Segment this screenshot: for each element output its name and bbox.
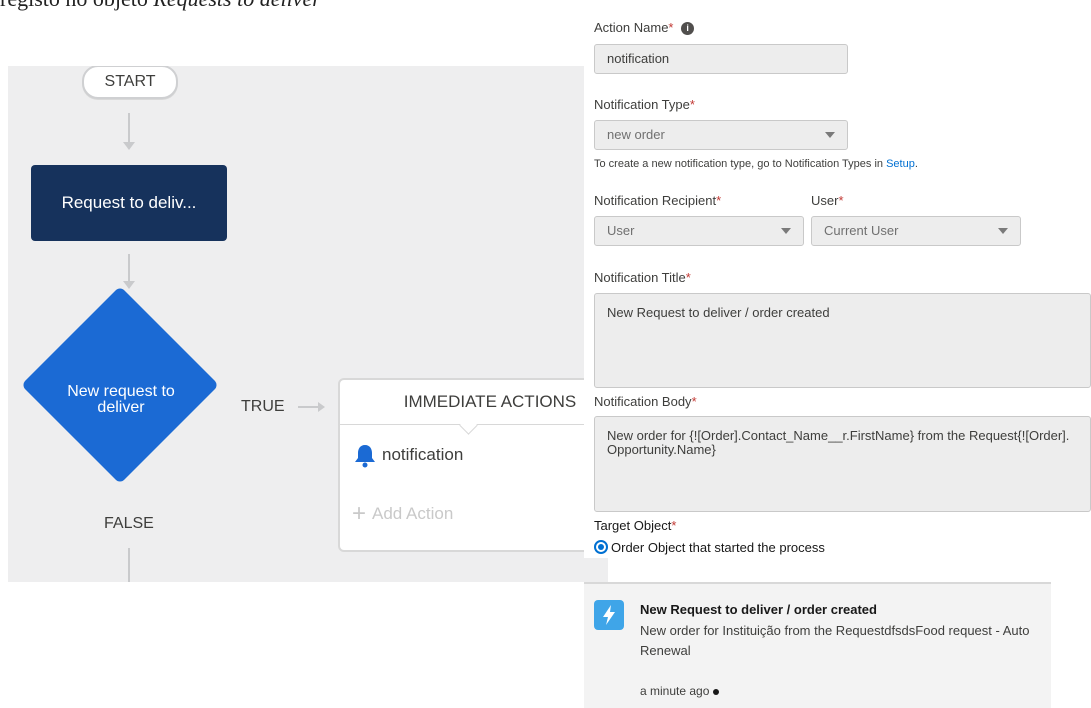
- connector-arrow: [123, 142, 135, 150]
- required-marker: *: [668, 20, 674, 35]
- immediate-actions-title-text: IMMEDIATE ACTIONS: [403, 392, 577, 411]
- chevron-down-icon: [825, 132, 835, 138]
- action-item-notification[interactable]: notification: [352, 440, 463, 470]
- notification-card-time: a minute ago: [640, 684, 720, 698]
- required-marker: *: [671, 518, 677, 533]
- required-marker: *: [716, 193, 722, 208]
- title-label-text: Notification Title: [594, 270, 686, 285]
- connector-arrow: [123, 281, 135, 289]
- setup-link[interactable]: Setup: [886, 158, 915, 170]
- target-object-label-text: Target Object: [594, 518, 672, 533]
- plus-icon: +: [352, 500, 367, 527]
- required-marker: *: [689, 97, 695, 112]
- body-label-text: Notification Body: [594, 394, 692, 409]
- notification-body-label: Notification Body*: [594, 394, 697, 409]
- user-select[interactable]: Current User: [811, 216, 1021, 246]
- required-marker: *: [685, 270, 691, 285]
- chevron-down-icon: [781, 228, 791, 234]
- add-action-button[interactable]: + Add Action: [352, 500, 454, 527]
- notification-body-textarea[interactable]: New order for {![Order].Contact_Name__r.…: [594, 416, 1091, 512]
- hint-suffix: .: [914, 158, 918, 170]
- hint-text: To create a new notification type, go to…: [594, 158, 887, 170]
- start-node[interactable]: START: [82, 66, 178, 99]
- immediate-actions-title: IMMEDIATE ACTIONS: [340, 380, 608, 435]
- notification-recipient-label: Notification Recipient*: [594, 193, 721, 208]
- user-value: Current User: [824, 223, 899, 238]
- action-form-panel: Action Name* i notification Notification…: [584, 6, 1091, 558]
- required-marker: *: [838, 193, 844, 208]
- target-object-label: Target Object*: [594, 518, 676, 533]
- notification-type-label-text: Notification Type: [594, 97, 690, 112]
- notification-type-hint: To create a new notification type, go to…: [594, 158, 918, 170]
- immediate-actions-card: IMMEDIATE ACTIONS notification + Add Act…: [338, 378, 608, 552]
- notification-type-label: Notification Type*: [594, 97, 695, 112]
- user-label: User*: [811, 193, 844, 208]
- unread-dot: [713, 688, 720, 695]
- document-text-fragment: registo no objeto Requests to deliver: [0, 0, 321, 12]
- doc-text-plain: registo no objeto: [0, 0, 153, 11]
- notification-type-value: new order: [607, 127, 665, 142]
- target-object-radio[interactable]: [594, 540, 608, 554]
- chevron-down-icon: [998, 228, 1008, 234]
- notification-title-label: Notification Title*: [594, 270, 691, 285]
- action-name-label: Action Name* i: [594, 20, 695, 36]
- true-branch-arrow: [298, 406, 320, 408]
- recipient-label-text: Notification Recipient: [594, 193, 717, 208]
- true-branch-arrowhead: [318, 402, 325, 412]
- notification-type-select[interactable]: new order: [594, 120, 848, 150]
- notification-recipient-select[interactable]: User: [594, 216, 804, 246]
- action-name-label-text: Action Name: [594, 20, 669, 35]
- add-action-label: Add Action: [372, 504, 454, 523]
- criteria-node[interactable]: Request to deliv...: [31, 165, 227, 241]
- decision-node-label: New request to deliver: [67, 383, 175, 416]
- false-branch-line: [128, 548, 130, 582]
- target-object-option-label: Order Object that started the process: [611, 540, 825, 555]
- action-item-label: notification: [382, 445, 464, 464]
- recipient-value: User: [607, 223, 635, 238]
- title-notch: [459, 416, 478, 435]
- process-builder-canvas: START Request to deliv... New request to…: [8, 66, 608, 582]
- required-marker: *: [691, 394, 697, 409]
- lightning-icon: [594, 600, 624, 630]
- true-branch-label: TRUE: [241, 398, 285, 415]
- connector-line: [128, 254, 130, 282]
- notification-title-textarea[interactable]: New Request to deliver / order created: [594, 293, 1091, 388]
- notification-card[interactable]: New Request to deliver / order created N…: [584, 582, 1051, 708]
- notification-time-text: a minute ago: [640, 684, 710, 698]
- false-branch-label: FALSE: [104, 515, 154, 532]
- bell-icon: [355, 445, 375, 468]
- notification-card-body: New order for Instituição from the Reque…: [640, 623, 1030, 658]
- action-name-input[interactable]: notification: [594, 44, 848, 74]
- info-icon[interactable]: i: [681, 22, 695, 36]
- notification-card-title: New Request to deliver / order created: [640, 602, 877, 617]
- doc-text-italic: Requests to deliver: [153, 0, 320, 11]
- connector-line: [128, 113, 130, 143]
- criteria-node-label: Request to deliv...: [61, 193, 197, 212]
- user-label-text: User: [811, 193, 839, 208]
